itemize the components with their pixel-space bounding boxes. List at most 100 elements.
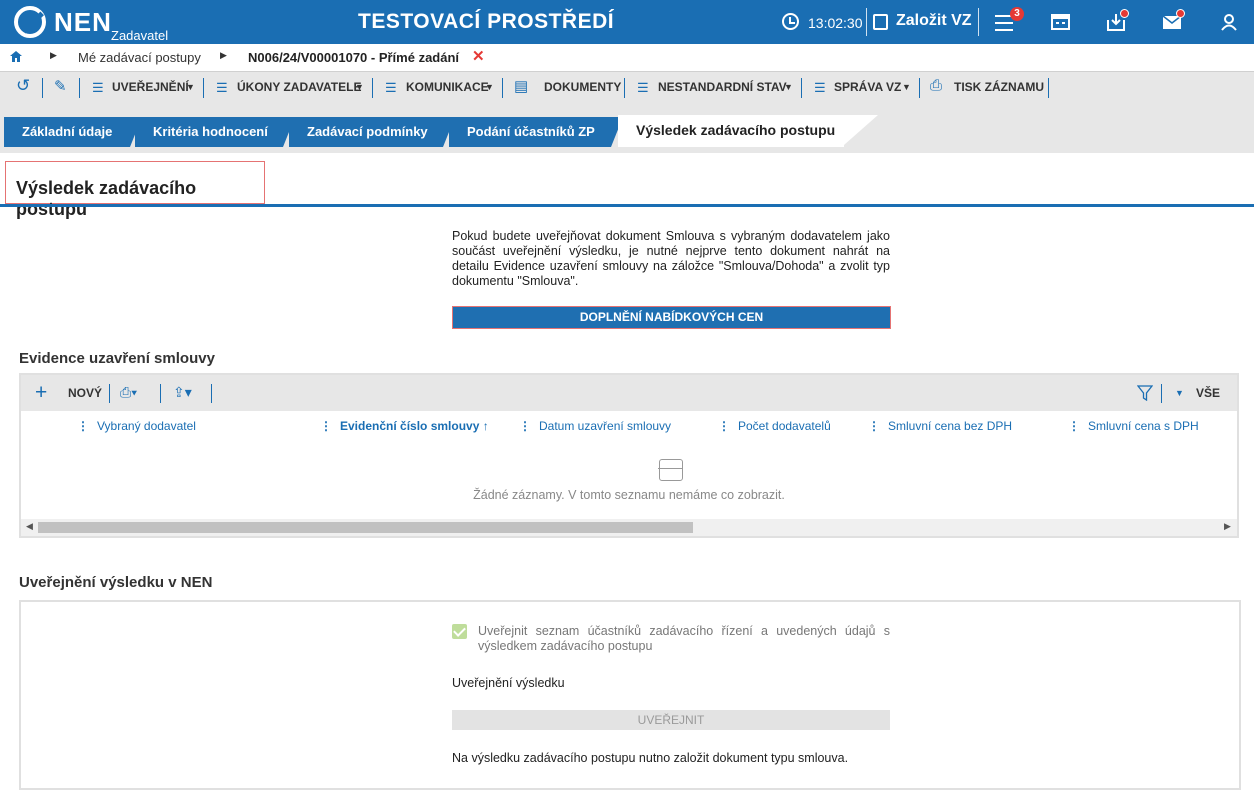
new-button[interactable]: NOVÝ xyxy=(68,386,102,400)
inbox-notification-dot xyxy=(1120,9,1129,18)
divider xyxy=(109,384,110,403)
column-header[interactable]: ⋮ Smluvní cena bez DPH xyxy=(868,419,1012,433)
new-vz-button[interactable]: Založit VZ xyxy=(896,12,972,30)
pencil-icon[interactable]: ✎ xyxy=(54,77,67,95)
divider xyxy=(1048,78,1049,98)
doplneni-cen-button[interactable]: DOPLNĚNÍ NABÍDKOVÝCH CEN xyxy=(452,306,891,329)
menu-nestandardni-stav[interactable]: NESTANDARDNÍ STAV xyxy=(658,80,787,94)
filter-icon[interactable] xyxy=(1137,385,1153,401)
empty-message: Žádné záznamy. V tomto seznamu nemáme co… xyxy=(473,488,785,502)
chevron-down-icon[interactable]: ▼ xyxy=(784,82,793,92)
export-icon[interactable]: ⇪▾ xyxy=(173,384,192,401)
plus-icon[interactable]: + xyxy=(35,381,47,405)
more-vert-icon[interactable]: ⋮ xyxy=(320,419,332,433)
all-filter-label[interactable]: VŠE xyxy=(1196,386,1220,400)
list-icon: ☰ xyxy=(637,80,649,95)
list-icon: ☰ xyxy=(216,80,228,95)
chevron-down-icon[interactable]: ▼ xyxy=(1175,388,1184,398)
breadcrumb: ▶ Mé zadávací postupy ▶ N006/24/V0000107… xyxy=(0,44,1254,71)
more-vert-icon[interactable]: ⋮ xyxy=(868,419,880,433)
scrollbar-thumb[interactable] xyxy=(38,522,693,533)
top-bar: NEN Zadavatel TESTOVACÍ PROSTŘEDÍ 13:02:… xyxy=(0,0,1254,44)
list-icon: ☰ xyxy=(385,80,397,95)
publish-button[interactable]: UVEŘEJNIT xyxy=(452,710,890,730)
divider xyxy=(211,384,212,403)
chevron-down-icon[interactable]: ▼ xyxy=(186,82,195,92)
publish-participants-checkbox[interactable] xyxy=(452,624,467,639)
publication-note: Na výsledku zadávacího postupu nutno zal… xyxy=(452,751,849,765)
home-icon[interactable] xyxy=(10,51,22,62)
column-header[interactable]: ⋮ Počet dodavatelů xyxy=(718,419,831,433)
tab-zakladni-udaje[interactable]: Základní údaje xyxy=(4,117,142,147)
menu-dokumenty[interactable]: DOKUMENTY xyxy=(544,80,621,94)
publish-result-label: Uveřejnění výsledku xyxy=(452,676,565,690)
column-header[interactable]: ⋮ Datum uzavření smlouvy xyxy=(519,419,671,433)
more-vert-icon[interactable]: ⋮ xyxy=(77,419,89,433)
calendar-icon[interactable] xyxy=(1050,12,1072,32)
column-header-sorted[interactable]: ⋮ Evidenční číslo smlouvy ↑ xyxy=(320,419,489,433)
empty-inbox-icon xyxy=(658,459,683,481)
logo-text: NEN xyxy=(54,7,112,37)
action-toolbar: ↺ ✎ ☰ UVEŘEJNĚNÍ ▼ ☰ ÚKONY ZADAVATELE ▼ … xyxy=(0,71,1254,103)
chevron-down-icon[interactable]: ▼ xyxy=(485,82,494,92)
checkbox-label: Uveřejnit seznam účastníků zadávacího ří… xyxy=(478,624,890,653)
user-icon[interactable] xyxy=(1218,12,1240,32)
column-header[interactable]: ⋮ Vybraný dodavatel xyxy=(77,419,196,433)
logo-subtitle: Zadavatel xyxy=(111,28,169,43)
environment-title: TESTOVACÍ PROSTŘEDÍ xyxy=(358,10,615,33)
nen-logo-icon[interactable] xyxy=(14,6,46,38)
menu-tisk-zaznamu[interactable]: TISK ZÁZNAMU xyxy=(954,80,1044,94)
divider xyxy=(372,78,373,98)
scroll-right-icon[interactable]: ▶ xyxy=(1224,521,1231,532)
divider xyxy=(801,78,802,98)
menu-komunikace[interactable]: KOMUNIKACE xyxy=(406,80,489,94)
breadcrumb-current: N006/24/V00001070 - Přímé zadání xyxy=(248,50,460,65)
grid-toolbar: + NOVÝ ⎙▾ ⇪▾ ▼ VŠE xyxy=(21,375,1237,411)
menu-uverejneni[interactable]: UVEŘEJNĚNÍ xyxy=(112,80,189,94)
list-icon: ☰ xyxy=(92,80,104,95)
list-icon: ☰ xyxy=(814,80,826,95)
tab-vysledek[interactable]: Výsledek zadávacího postupu xyxy=(618,115,878,147)
tab-kriteria-hodnoceni[interactable]: Kritéria hodnocení xyxy=(135,117,295,147)
chevron-down-icon[interactable]: ▼ xyxy=(355,82,364,92)
more-vert-icon[interactable]: ⋮ xyxy=(1068,419,1080,433)
divider xyxy=(866,8,867,36)
chevron-down-icon[interactable]: ▼ xyxy=(902,82,911,92)
divider xyxy=(919,78,920,98)
scroll-left-icon[interactable]: ◀ xyxy=(26,521,33,532)
publication-heading: Uveřejnění výsledku v NEN xyxy=(19,574,213,591)
printer-icon: ⎙ xyxy=(930,77,943,94)
divider xyxy=(502,78,503,98)
column-header[interactable]: ⋮ Smluvní cena s DPH xyxy=(1068,419,1199,433)
tab-podani-ucastniku[interactable]: Podání účastníků ZP xyxy=(449,117,623,147)
divider xyxy=(160,384,161,403)
more-vert-icon[interactable]: ⋮ xyxy=(519,419,531,433)
tab-zadavaci-podminky[interactable]: Zadávací podmínky xyxy=(289,117,455,147)
evidence-heading: Evidence uzavření smlouvy xyxy=(19,350,215,367)
menu-sprava-vz[interactable]: SPRÁVA VZ xyxy=(834,80,901,94)
tab-bar: Základní údaje Kritéria hodnocení Zadáva… xyxy=(0,103,1254,153)
chevron-right-icon: ▶ xyxy=(220,50,227,60)
evidence-grid: + NOVÝ ⎙▾ ⇪▾ ▼ VŠE ⋮ Vybraný dodavatel ⋮ E… xyxy=(19,373,1239,538)
close-icon[interactable]: ✕ xyxy=(472,47,485,65)
menu-ukony-zadavatele[interactable]: ÚKONY ZADAVATELE xyxy=(237,80,361,94)
printer-icon[interactable]: ⎙▾ xyxy=(120,384,137,401)
document-icon: ▤ xyxy=(514,78,529,95)
divider xyxy=(79,78,80,98)
divider xyxy=(978,8,979,36)
info-text: Pokud budete uveřejňovat dokument Smlouv… xyxy=(452,229,890,288)
edit-icon[interactable] xyxy=(873,14,888,30)
session-time: 13:02:30 xyxy=(808,15,863,31)
chevron-right-icon: ▶ xyxy=(50,50,57,60)
horizontal-scrollbar[interactable]: ◀ ▶ xyxy=(21,519,1237,536)
page-title: Výsledek zadávacího postupu xyxy=(5,161,265,219)
more-vert-icon[interactable]: ⋮ xyxy=(718,419,730,433)
refresh-icon[interactable]: ↺ xyxy=(16,76,30,96)
divider xyxy=(1161,384,1162,403)
mail-notification-dot xyxy=(1176,9,1185,18)
title-underline xyxy=(0,204,1254,207)
menu-badge: 3 xyxy=(1010,7,1024,21)
divider xyxy=(42,78,43,98)
breadcrumb-my-procedures[interactable]: Mé zadávací postupy xyxy=(78,50,201,65)
divider xyxy=(203,78,204,98)
